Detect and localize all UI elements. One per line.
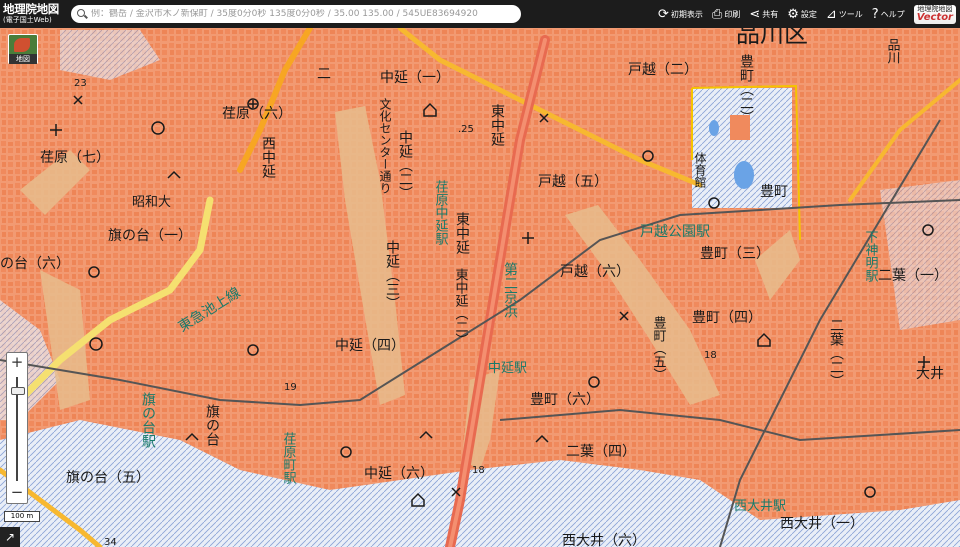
label-toyomachi2: 豊町（二） bbox=[738, 54, 754, 124]
help-icon: ? bbox=[871, 6, 879, 22]
label-bunka-center: 文化センター通り bbox=[378, 97, 392, 194]
label-futaba4: 二葉（四） bbox=[566, 444, 636, 460]
vector-map-button[interactable]: 地理院地図 Vector bbox=[913, 4, 956, 24]
label-ebara7: 荏原（七） bbox=[40, 150, 110, 166]
elevation-18a: 18 bbox=[704, 350, 717, 361]
gear-icon: ⚙ bbox=[787, 6, 799, 22]
label-shinagawa: 品川 bbox=[885, 38, 901, 64]
layer-selector-button[interactable]: 地図 bbox=[8, 34, 38, 64]
search-input[interactable] bbox=[87, 9, 511, 19]
elevation-23: 23 bbox=[74, 78, 87, 89]
scale-bar: 100 m bbox=[4, 511, 40, 522]
top-bar: 地理院地図 (電子国土Web) ⟳初期表示 ⎙印刷 ⋖共有 ⚙設定 ⊿ツール ?… bbox=[0, 0, 960, 28]
zoom-control: + − bbox=[6, 352, 28, 504]
elevation-25: .25 bbox=[458, 124, 474, 135]
toolbar: ⟳ 初期表示 ⎙ 印刷 ⋖ 共有 ⚙ 設定 ⊿ ツール ? ヘルプ 地理院地図 Vector bbox=[658, 0, 960, 28]
label-togoshi2: 戸越（二） bbox=[628, 62, 698, 78]
label-toyomachi6: 豊町（六） bbox=[530, 392, 600, 408]
label-hatanodai-area: 旗の台 bbox=[204, 404, 220, 446]
label-hatanodai6: の台（六） bbox=[0, 256, 70, 272]
label-toyomachi5: 豊町（五） bbox=[651, 316, 667, 381]
refresh-icon: ⟳ bbox=[658, 6, 669, 22]
label-nakanobu-station: 中延駅 bbox=[488, 361, 527, 376]
label-shimoshinmei-station: 下神明駅 bbox=[863, 230, 879, 283]
label-nakanobu6: 中延（六） bbox=[364, 466, 434, 482]
label-toyomachi4: 豊町（四） bbox=[692, 310, 762, 326]
settings-label: 設定 bbox=[800, 9, 817, 19]
label-shinagawa-ku: 品川区 bbox=[736, 28, 808, 48]
help-label: ヘルプ bbox=[880, 9, 905, 19]
label-nakanobu2: 中延（二） bbox=[397, 130, 413, 200]
elevation-34: 34 bbox=[104, 537, 117, 547]
label-togoshi6: 戸越（六） bbox=[560, 264, 630, 280]
reset-view-label: 初期表示 bbox=[670, 9, 703, 19]
label-oi: 大井 bbox=[916, 366, 944, 382]
label-nishioi-station: 西大井駅 bbox=[734, 499, 786, 514]
layer-selector-label: 地図 bbox=[9, 54, 37, 64]
tools-button[interactable]: ⊿ ツール bbox=[826, 7, 863, 22]
label-ebara6: 荏原（六） bbox=[222, 106, 292, 122]
search-icon[interactable] bbox=[77, 9, 87, 19]
label-nakanobu3: 中延（三） bbox=[384, 240, 400, 310]
label-ebaranakanobu-station: 荏原中延駅 bbox=[433, 180, 449, 246]
help-button[interactable]: ? ヘルプ bbox=[872, 7, 905, 22]
label-futaba2: 二葉（二） bbox=[828, 318, 844, 388]
label-showa: 昭和大 bbox=[132, 195, 171, 210]
label-daini-keihin: 第二京浜 bbox=[502, 261, 518, 318]
settings-button[interactable]: ⚙ 設定 bbox=[787, 7, 817, 22]
label-nakanobu4: 中延（四） bbox=[335, 338, 405, 354]
share-button[interactable]: ⋖ 共有 bbox=[749, 7, 778, 22]
leaf-icon bbox=[14, 38, 30, 52]
tools-label: ツール bbox=[838, 9, 863, 19]
label-higashinakanobu2: 東中延（二） bbox=[453, 267, 469, 346]
label-higashinakanobu-2: 東中延 bbox=[454, 212, 470, 254]
label-gymnasium: 体育館 bbox=[693, 152, 707, 188]
expand-icon[interactable]: ↗ bbox=[0, 527, 20, 547]
gsi-logo[interactable]: 地理院地図 (電子国土Web) bbox=[0, 4, 69, 24]
label-nishioi1: 西大井（一） bbox=[780, 516, 864, 532]
share-label: 共有 bbox=[762, 9, 779, 19]
label-hatanodai1: 旗の台（一） bbox=[108, 228, 192, 244]
label-nishinakanobu: 西中延 bbox=[260, 136, 276, 178]
zoom-slider-thumb[interactable] bbox=[11, 387, 25, 395]
share-icon: ⋖ bbox=[749, 6, 761, 22]
label-togoshi5: 戸越（五） bbox=[538, 174, 608, 190]
tools-icon: ⊿ bbox=[825, 6, 837, 22]
search-box[interactable] bbox=[71, 5, 521, 23]
printer-icon: ⎙ bbox=[711, 6, 723, 22]
logo-subtitle: (電子国土Web) bbox=[3, 15, 52, 24]
label-higashinakanobu: 東中延 bbox=[489, 104, 505, 146]
label-nishinakanobu2: 二 bbox=[315, 66, 331, 80]
logo-title: 地理院地図 bbox=[3, 2, 59, 17]
label-hatanodai-station: 旗の台駅 bbox=[140, 392, 156, 448]
zoom-out-button[interactable]: − bbox=[7, 483, 27, 503]
print-label: 印刷 bbox=[724, 9, 741, 19]
map-canvas[interactable]: 荏原（六） 荏原（七） 昭和大 旗の台（一） の台（六） 旗の台駅 旗の台 旗の… bbox=[0, 28, 960, 547]
elevation-18b: 18 bbox=[472, 465, 485, 476]
label-togoshikoen-station: 戸越公園駅 bbox=[640, 224, 710, 240]
zoom-in-button[interactable]: + bbox=[7, 353, 27, 373]
print-button[interactable]: ⎙ 印刷 bbox=[712, 7, 740, 22]
label-futaba1: 二葉（一） bbox=[878, 268, 948, 284]
label-hatanodai5: 旗の台（五） bbox=[66, 470, 150, 486]
reset-view-button[interactable]: ⟳ 初期表示 bbox=[658, 7, 703, 22]
elevation-19: 19 bbox=[284, 382, 297, 393]
label-nishioi6: 西大井（六） bbox=[562, 533, 646, 547]
label-nakanobu1: 中延（一） bbox=[380, 70, 450, 86]
label-toyomachi: 豊町 bbox=[760, 184, 788, 200]
vector-bottom-label: Vector bbox=[916, 11, 953, 23]
label-ebaramachi-station: 荏原町駅 bbox=[281, 432, 297, 485]
label-toyomachi3: 豊町（三） bbox=[700, 246, 770, 262]
